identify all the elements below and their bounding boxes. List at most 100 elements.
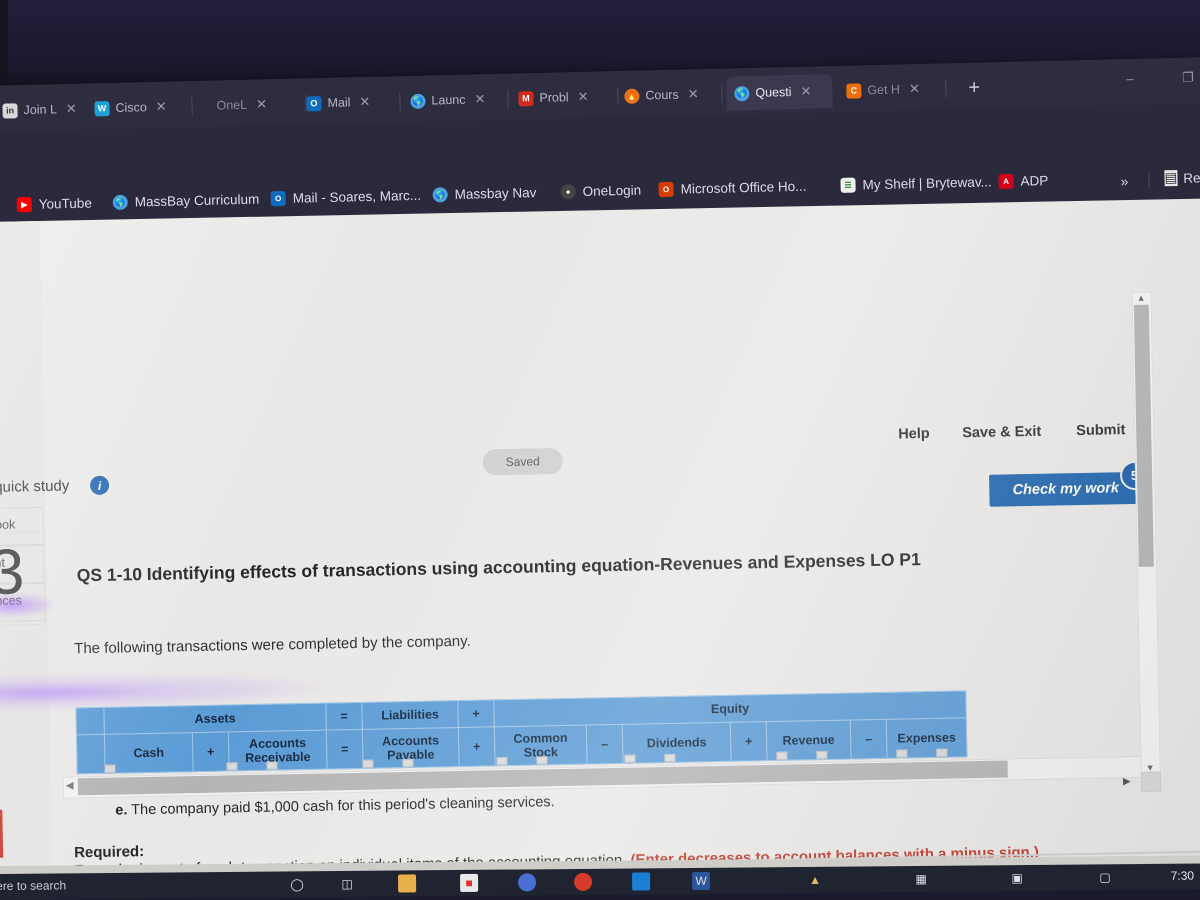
close-icon[interactable]: ✕ <box>359 94 370 110</box>
bookmark-youtube[interactable]: ▶ YouTube <box>17 196 92 213</box>
youtube-icon: ▶ <box>17 197 32 212</box>
mail-icon[interactable]: ▦ <box>912 870 930 888</box>
browser-tab-get-homework[interactable]: C Get H ✕ <box>838 72 941 108</box>
tab-label: Mail <box>327 95 350 110</box>
divider <box>1148 173 1149 189</box>
bookmark-label: MassBay Curriculum <box>135 192 260 210</box>
bookmark-label: Massbay Nav <box>455 185 537 202</box>
scrollbar-thumb[interactable] <box>1134 305 1154 567</box>
assets-group: Assets <box>104 703 327 734</box>
scroll-left-arrow-icon[interactable]: ◀ <box>66 780 74 791</box>
question-number: 3 <box>0 539 25 604</box>
bookmark-microsoft-office[interactable]: O Microsoft Office Ho... <box>658 179 806 197</box>
globe-icon: 🌎 <box>734 86 749 101</box>
bookmark-label: OneLogin <box>582 183 641 199</box>
outlook-icon: O <box>306 96 321 111</box>
close-icon[interactable]: ✕ <box>688 86 699 102</box>
status-badge-saved: Saved <box>482 448 562 476</box>
scrollbar-corner <box>1141 772 1161 792</box>
browser-tab-cisco[interactable]: W Cisco ✕ <box>86 89 187 125</box>
browser-tab-problems[interactable]: M Probl ✕ <box>510 79 613 115</box>
reading-list-icon: ▤ <box>1164 170 1177 186</box>
close-icon[interactable]: ✕ <box>577 89 588 105</box>
connect-assignment-page: Book rint rences Saved Help Save & Exit … <box>0 198 1200 882</box>
bookmark-label: My Shelf | Brytewav... <box>862 174 992 192</box>
browser-tab-join-l[interactable]: in Join L ✕ <box>0 92 91 128</box>
question-intro: The following transactions were complete… <box>74 633 471 658</box>
help-link[interactable]: Help <box>898 426 930 443</box>
browser-tab-launch[interactable]: 🌎 Launc ✕ <box>402 82 503 118</box>
bookmark-mail-soares[interactable]: O Mail - Soares, Marc... <box>271 188 422 207</box>
restore-button[interactable]: ❐ <box>1182 70 1194 86</box>
excel-icon[interactable]: ▲ <box>806 871 824 889</box>
item-letter: e. <box>115 802 127 818</box>
bookmark-label: Microsoft Office Ho... <box>680 179 806 197</box>
folder-icon[interactable] <box>398 874 416 892</box>
bookmark-onelogin[interactable]: ● OneLogin <box>560 183 641 200</box>
close-icon[interactable]: ✕ <box>474 91 485 107</box>
submit-link[interactable]: Submit <box>1076 422 1125 439</box>
browser-tab-mail[interactable]: O Mail ✕ <box>298 84 395 120</box>
bookmark-adp[interactable]: A ADP <box>998 173 1048 189</box>
page-title: QS 1-10 Identifying effects of transacti… <box>77 546 1097 587</box>
task-view-icon[interactable]: ◫ <box>338 875 356 893</box>
info-icon[interactable]: i <box>90 476 109 495</box>
bookmark-label: YouTube <box>39 196 92 212</box>
scroll-up-arrow-icon[interactable]: ▲ <box>1137 293 1146 303</box>
word-icon[interactable]: W <box>692 872 710 890</box>
sidebar-item-label: Book <box>0 517 39 532</box>
chegg-icon: C <box>846 83 861 98</box>
chrome-icon[interactable] <box>574 873 592 891</box>
browser-tab-question-active[interactable]: 🌎 Questi ✕ <box>726 74 833 110</box>
tab-label: Questi <box>755 85 791 100</box>
new-tab-button[interactable]: + <box>968 77 980 100</box>
close-icon[interactable]: ✕ <box>800 84 811 100</box>
close-icon[interactable]: ✕ <box>66 101 77 117</box>
cisco-icon: W <box>94 101 109 116</box>
search-icon[interactable]: ◯ <box>288 875 306 893</box>
photos-icon[interactable]: ▣ <box>1008 869 1026 887</box>
reading-list-label: Rea <box>1183 170 1200 186</box>
tab-label: Cours <box>645 88 679 103</box>
store-icon[interactable]: ■ <box>460 874 478 892</box>
calculator-icon[interactable]: ▢ <box>1096 868 1114 886</box>
taskbar-clock[interactable]: 7:30 <box>1171 869 1194 883</box>
tab-label: Get H <box>867 82 900 97</box>
outlook-icon: O <box>271 191 286 206</box>
plus-operator: + <box>458 700 495 728</box>
teams-icon[interactable] <box>518 873 536 891</box>
bookmarks-overflow-button[interactable]: » <box>1120 173 1128 189</box>
tab-label: Join L <box>23 102 57 117</box>
generic-icon: in <box>2 103 17 118</box>
close-icon[interactable]: ✕ <box>909 81 920 97</box>
tab-label: OneL <box>216 98 247 113</box>
scroll-right-arrow-icon[interactable]: ▶ <box>1123 776 1131 787</box>
close-icon[interactable]: ✕ <box>156 99 167 115</box>
globe-icon: 🌎 <box>410 93 425 108</box>
firefox-icon: 🔥 <box>624 88 639 103</box>
onelogin-icon: ● <box>560 184 575 199</box>
bookmark-my-shelf[interactable]: ☰ My Shelf | Brytewav... <box>840 174 992 193</box>
globe-icon: 🌎 <box>433 187 448 202</box>
close-icon[interactable]: ✕ <box>256 96 267 112</box>
save-and-exit-link[interactable]: Save & Exit <box>962 424 1041 442</box>
book-icon: ☰ <box>840 178 855 193</box>
bookmark-massbay-nav[interactable]: 🌎 Massbay Nav <box>433 185 537 202</box>
globe-icon: 🌎 <box>113 195 128 210</box>
adp-icon: A <box>998 174 1013 189</box>
page-vertical-scrollbar[interactable]: ▲ ▼ <box>1132 292 1161 774</box>
tab-label: Launc <box>431 93 465 108</box>
taskbar-search-input[interactable]: ere to search <box>0 878 66 893</box>
bookmark-massbay-curriculum[interactable]: 🌎 MassBay Curriculum <box>113 192 260 210</box>
minimize-button[interactable]: – <box>1126 71 1134 86</box>
edge-icon[interactable] <box>632 872 650 890</box>
office-icon: O <box>658 182 673 197</box>
tab-label: Probl <box>539 90 569 105</box>
liabilities-group: Liabilities <box>362 700 459 729</box>
bookmark-label: Mail - Soares, Marc... <box>293 188 422 206</box>
browser-tab-course[interactable]: 🔥 Cours ✕ <box>616 77 717 113</box>
reading-list-button[interactable]: ▤ Rea <box>1164 169 1200 186</box>
browser-tab-onelogin[interactable]: OneL ✕ <box>208 87 301 123</box>
bookmark-label: ADP <box>1020 173 1048 189</box>
quick-study-label: - quick study <box>0 477 69 496</box>
